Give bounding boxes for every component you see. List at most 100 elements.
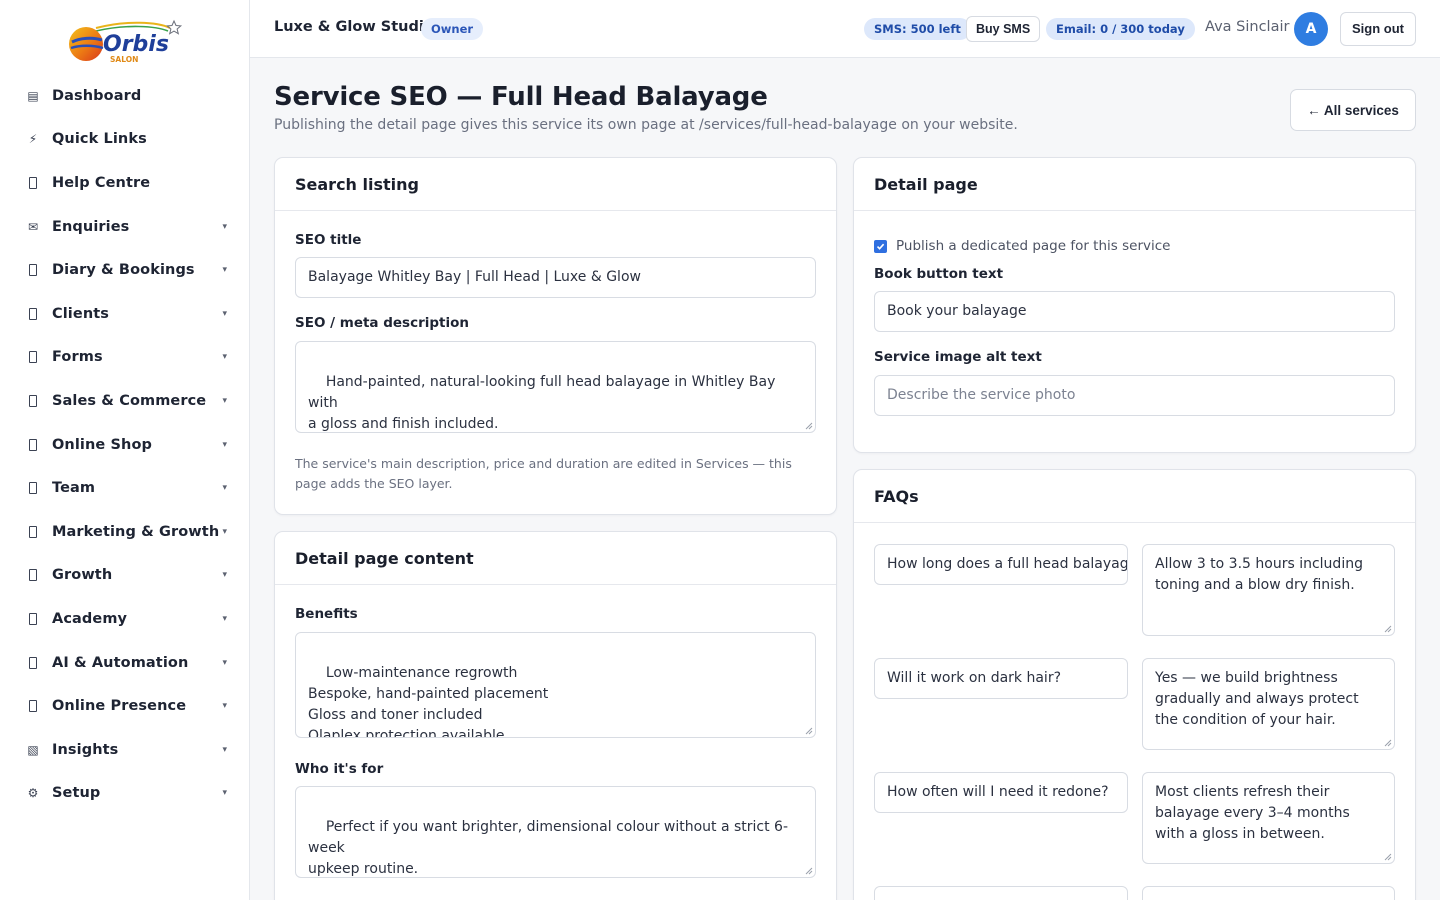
card-heading: FAQs <box>854 470 1415 523</box>
chevron-down-icon[interactable]: ▾ <box>222 788 227 798</box>
resize-handle-icon[interactable] <box>805 727 813 735</box>
who-its-for-text: Perfect if you want brighter, dimensiona… <box>308 819 789 877</box>
publish-checkbox[interactable] <box>874 239 887 253</box>
chevron-down-icon[interactable]: ▾ <box>222 222 227 232</box>
sidebar-item-label: AI & Automation <box>52 654 189 671</box>
help-text-line: The service's main description, price an… <box>295 456 792 471</box>
all-services-button[interactable]: ← All services <box>1290 89 1416 131</box>
help-icon <box>26 176 40 190</box>
detail-page-card: Detail page Publish a dedicated page for… <box>853 157 1416 453</box>
chevron-down-icon[interactable]: ▾ <box>222 701 227 711</box>
who-its-for-textarea[interactable]: Perfect if you want brighter, dimensiona… <box>295 786 816 878</box>
search-listing-card: Search listing SEO title Balayage Whitle… <box>274 157 837 515</box>
sidebar-item-label: Insights <box>52 741 119 758</box>
sidebar-item-clients[interactable]: Clients ▾ <box>0 292 249 336</box>
sidebar-item-online-shop[interactable]: Online Shop ▾ <box>0 423 249 467</box>
sidebar-item-label: Sales & Commerce <box>52 392 207 409</box>
book-button-text-input[interactable]: Book your balayage <box>874 291 1395 332</box>
gear-icon: ⚙ <box>27 786 39 801</box>
card-heading: Search listing <box>275 158 836 211</box>
faq-question-input[interactable]: Will it work on dark hair? <box>874 658 1128 699</box>
resize-handle-icon[interactable] <box>805 867 813 875</box>
publish-checkbox-row[interactable]: Publish a dedicated page for this servic… <box>874 238 1170 254</box>
sidebar: Orbis SALON ▤ Dashboard ⚡ Quick Links Help C… <box>0 0 250 900</box>
growth-icon <box>26 568 40 582</box>
sidebar-item-quick-links[interactable]: ⚡ Quick Links <box>0 118 249 162</box>
sidebar-item-label: Academy <box>52 610 128 627</box>
meta-description-text: Hand-painted, natural-looking full head … <box>308 374 776 432</box>
chevron-down-icon[interactable]: ▾ <box>222 745 227 755</box>
publish-checkbox-label: Publish a dedicated page for this servic… <box>896 238 1171 254</box>
buy-sms-button[interactable]: Buy SMS <box>966 16 1041 42</box>
resize-handle-icon[interactable] <box>805 422 813 430</box>
faq-answer-textarea[interactable]: Most clients refresh their balayage ever… <box>1142 772 1395 864</box>
seo-title-label: SEO title <box>295 232 362 248</box>
avatar[interactable]: A <box>1294 12 1328 46</box>
card-heading: Detail page <box>854 158 1415 211</box>
chevron-down-icon[interactable]: ▾ <box>222 527 227 537</box>
help-text: The service's main description, price an… <box>295 454 792 494</box>
sidebar-item-academy[interactable]: Academy ▾ <box>0 597 249 641</box>
sidebar-item-label: Marketing & Growth <box>52 523 220 540</box>
chevron-down-icon[interactable]: ▾ <box>222 483 227 493</box>
detail-content-card: Detail page content Benefits Low-mainten… <box>274 531 837 900</box>
sidebar-item-sales-commerce[interactable]: Sales & Commerce ▾ <box>0 379 249 423</box>
chevron-down-icon[interactable]: ▾ <box>222 309 227 319</box>
sidebar-item-setup[interactable]: ⚙ Setup ▾ <box>0 772 249 816</box>
card-heading: Detail page content <box>275 532 836 585</box>
faq-answer-textarea[interactable]: Allow 3 to 3.5 hours including toning an… <box>1142 544 1395 636</box>
faq-question-input[interactable] <box>874 886 1128 900</box>
resize-handle-icon[interactable] <box>1384 625 1392 633</box>
studio-name: Luxe & Glow Studio <box>274 19 434 35</box>
orbis-salon-logo[interactable]: Orbis SALON <box>66 18 184 66</box>
faq-answer-textarea[interactable]: Yes — we build brightness gradually and … <box>1142 658 1395 750</box>
meta-description-textarea[interactable]: Hand-painted, natural-looking full head … <box>295 341 816 433</box>
sidebar-item-insights[interactable]: ▧ Insights ▾ <box>0 728 249 772</box>
sidebar-item-team[interactable]: Team ▾ <box>0 466 249 510</box>
chevron-down-icon[interactable]: ▾ <box>222 265 227 275</box>
logo-wordmark: Orbis <box>103 32 169 57</box>
faq-answer-text: Most clients refresh their balayage ever… <box>1155 784 1350 842</box>
sidebar-item-ai-automation[interactable]: AI & Automation ▾ <box>0 641 249 685</box>
chevron-down-icon[interactable]: ▾ <box>222 396 227 406</box>
sidebar-nav: ▤ Dashboard ⚡ Quick Links Help Centre ✉ Enquir… <box>0 74 249 815</box>
sidebar-item-label: Setup <box>52 785 101 802</box>
sidebar-item-diary-bookings[interactable]: Diary & Bookings ▾ <box>0 248 249 292</box>
sidebar-item-marketing-growth[interactable]: Marketing & Growth ▾ <box>0 510 249 554</box>
sidebar-item-growth[interactable]: Growth ▾ <box>0 554 249 598</box>
email-quota-badge: Email: 0 / 300 today <box>1046 18 1195 40</box>
sidebar-item-label: Online Presence <box>52 698 187 715</box>
benefits-textarea[interactable]: Low-maintenance regrowth Bespoke, hand-p… <box>295 632 816 738</box>
faq-answer-textarea[interactable] <box>1142 886 1395 900</box>
chevron-down-icon[interactable]: ▾ <box>222 352 227 362</box>
sidebar-item-online-presence[interactable]: Online Presence ▾ <box>0 684 249 728</box>
faq-question-input[interactable]: How often will I need it redone? <box>874 772 1128 813</box>
seo-title-input[interactable]: Balayage Whitley Bay | Full Head | Luxe … <box>295 257 816 298</box>
who-its-for-label: Who it's for <box>295 761 384 777</box>
user-name: Ava Sinclair <box>1205 19 1290 35</box>
ai-icon <box>26 656 40 670</box>
benefits-text: Low-maintenance regrowth Bespoke, hand-p… <box>308 665 549 738</box>
sidebar-item-enquiries[interactable]: ✉ Enquiries ▾ <box>0 205 249 249</box>
image-alt-input[interactable]: Describe the service photo <box>874 375 1395 416</box>
book-button-text-label: Book button text <box>874 266 1004 282</box>
sidebar-item-help-centre[interactable]: Help Centre <box>0 161 249 205</box>
sidebar-item-forms[interactable]: Forms ▾ <box>0 336 249 380</box>
chevron-down-icon[interactable]: ▾ <box>222 440 227 450</box>
chevron-down-icon[interactable]: ▾ <box>222 614 227 624</box>
resize-handle-icon[interactable] <box>1384 853 1392 861</box>
sidebar-item-dashboard[interactable]: ▤ Dashboard <box>0 74 249 118</box>
faq-question-input[interactable]: How long does a full head balayage take? <box>874 544 1128 585</box>
sidebar-item-label: Team <box>52 480 96 497</box>
sidebar-item-label: Growth <box>52 567 113 584</box>
chevron-down-icon[interactable]: ▾ <box>222 658 227 668</box>
faq-answer-text: Allow 3 to 3.5 hours including toning an… <box>1155 556 1363 593</box>
image-alt-label: Service image alt text <box>874 349 1042 365</box>
academy-icon <box>26 612 40 626</box>
chevron-down-icon[interactable]: ▾ <box>222 570 227 580</box>
resize-handle-icon[interactable] <box>1384 739 1392 747</box>
calendar-icon <box>26 263 40 277</box>
sign-out-button[interactable]: Sign out <box>1340 12 1416 46</box>
sidebar-item-label: Dashboard <box>52 87 142 104</box>
insights-icon: ▧ <box>27 742 39 757</box>
